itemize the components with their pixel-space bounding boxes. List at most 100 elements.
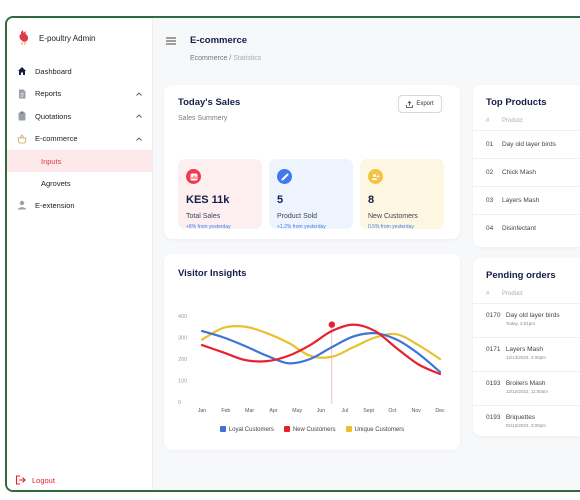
top-products-card: Top Products # Product 01 Day old layer bi… <box>473 85 580 247</box>
chart-legend: Loyal Customers New Customers Unique Cus… <box>164 426 460 433</box>
app-window: E-poultry Admin Dashboard Reports Quotat… <box>5 16 580 492</box>
x-tick-label: Jul <box>341 408 348 414</box>
stat-card-total-sales: KES 11k Total Sales +8% from yesterday <box>178 159 262 230</box>
legend-label: Unique Customers <box>354 427 405 433</box>
col-num: # <box>486 291 490 297</box>
table-row[interactable]: 01 Day old layer birds <box>486 141 580 148</box>
breadcrumb-separator: / <box>229 55 232 62</box>
export-icon <box>406 100 414 108</box>
export-label: Export <box>416 101 434 107</box>
stat-label: Total Sales <box>186 213 221 220</box>
y-tick-label: 200 <box>178 357 187 363</box>
stat-card-product-sold: 5 Product Sold +1.2% from yesterday <box>269 159 353 230</box>
divider <box>473 405 580 406</box>
logout-button[interactable]: Logout <box>15 475 55 485</box>
chevron-up-icon[interactable] <box>135 135 143 143</box>
rooster-logo-icon <box>19 30 29 45</box>
y-tick-label: 300 <box>178 336 187 342</box>
x-tick-label: Feb <box>221 408 230 414</box>
highlight-point <box>328 321 336 328</box>
visitor-insights-card: Visitor Insights 0 100 200 300 400 Jan Feb Mar A… <box>164 254 460 450</box>
sidebar-item-label: Dashboard <box>35 66 72 76</box>
brand[interactable]: E-poultry Admin <box>17 30 95 46</box>
sidebar-item-reports[interactable]: Reports <box>7 83 153 106</box>
home-icon <box>18 67 26 76</box>
people-icon <box>368 169 383 184</box>
divider <box>473 158 580 159</box>
user-icon <box>18 201 26 210</box>
sidebar-subitem-agrovets[interactable]: Agrovets <box>7 172 153 194</box>
todays-sales-card: Today's Sales Sales Summery Export KES 1… <box>164 85 460 239</box>
x-tick-label: Jun <box>317 408 325 414</box>
row-product: Layers Mash <box>505 346 544 353</box>
row-num: 0171 <box>486 346 501 353</box>
row-num: 0193 <box>486 380 501 387</box>
sidebar-item-eextension[interactable]: E-extension <box>7 194 153 217</box>
sidebar-nav: Dashboard Reports Quotations E-commerce … <box>7 60 153 217</box>
row-product: Briquettes <box>505 414 536 421</box>
x-tick-label: Apr <box>269 408 277 414</box>
table-row[interactable]: 04 Disinfectant <box>486 225 580 232</box>
stat-label: New Customers <box>368 213 418 220</box>
legend-item-unique[interactable]: Unique Customers <box>345 426 405 433</box>
row-date: 12/12/2022, 11:00am <box>505 389 549 394</box>
table-row[interactable]: 0171 Layers Mash 12/13/2022, 4:00pm <box>486 346 580 361</box>
row-date: 02/12/2022, 3:00pm <box>505 423 546 428</box>
logout-label: Logout <box>32 475 55 485</box>
y-tick-label: 0 <box>178 400 181 406</box>
row-num: 04 <box>486 225 494 232</box>
chevron-up-icon[interactable] <box>135 90 143 98</box>
sidebar-item-label: Reports <box>35 89 62 99</box>
pending-title: Pending orders <box>486 270 556 281</box>
page-title: E-commerce <box>190 35 248 46</box>
row-product: Day old layer birds <box>502 141 556 148</box>
divider <box>473 337 580 338</box>
stat-value: 8 <box>368 194 375 206</box>
export-button[interactable]: Export <box>398 95 442 113</box>
sidebar-item-ecommerce[interactable]: E-commerce <box>7 128 153 151</box>
x-tick-label: Sept <box>363 408 374 414</box>
x-tick-label: Mar <box>245 408 254 414</box>
table-row[interactable]: 0193 Broilers Mash 12/12/2022, 11:00am <box>486 380 580 395</box>
stat-change: +1.2% from yesterday <box>277 224 326 230</box>
table-row[interactable]: 02 Chick Mash <box>486 169 580 176</box>
top-bar: E-commerce Ecommerce / Statistics <box>153 18 580 74</box>
stat-value: 5 <box>277 194 284 206</box>
x-tick-label: Dec <box>435 408 445 414</box>
tag-icon <box>277 169 292 184</box>
stat-label: Product Sold <box>277 213 318 220</box>
row-date: 12/13/2022, 4:00pm <box>505 355 546 360</box>
table-row[interactable]: 03 Layers Mash <box>486 197 580 204</box>
menu-icon[interactable] <box>166 37 176 45</box>
breadcrumb-current: Statistics <box>233 55 262 62</box>
main-content: E-commerce Ecommerce / Statistics Today'… <box>153 18 580 490</box>
sidebar-item-quotations[interactable]: Quotations <box>7 105 153 128</box>
sidebar-item-label: E-commerce <box>35 134 78 144</box>
row-num: 0193 <box>486 414 501 421</box>
row-num: 02 <box>486 169 494 176</box>
sales-subtitle: Sales Summery <box>178 115 228 122</box>
row-product: Broilers Mash <box>505 380 546 387</box>
chart-icon <box>186 169 201 184</box>
y-tick-label: 400 <box>178 314 187 320</box>
legend-item-new[interactable]: New Customers <box>283 426 336 433</box>
pending-orders-card: Pending orders # Product 0170 Day old lay… <box>473 258 580 436</box>
table-row[interactable]: 0170 Day old layer birds Today, 2:01pm <box>486 312 580 327</box>
row-product: Chick Mash <box>502 169 536 176</box>
table-header: # Product <box>486 118 523 124</box>
breadcrumb-parent[interactable]: Ecommerce <box>190 55 227 62</box>
sidebar-subitem-inputs[interactable]: Inputs <box>7 150 153 172</box>
row-num: 01 <box>486 141 494 148</box>
logout-icon <box>15 475 26 485</box>
row-num: 03 <box>486 197 494 204</box>
divider <box>473 130 580 131</box>
x-tick-label: Nov <box>412 408 422 414</box>
chevron-up-icon[interactable] <box>135 112 143 120</box>
col-num: # <box>486 118 490 124</box>
sidebar-subitem-label: Inputs <box>41 156 62 166</box>
row-date: Today, 2:01pm <box>505 321 535 326</box>
sidebar-subitem-label: Agrovets <box>41 178 71 188</box>
table-row[interactable]: 0193 Briquettes 02/12/2022, 3:00pm <box>486 414 580 429</box>
legend-item-loyal[interactable]: Loyal Customers <box>219 426 274 433</box>
sidebar-item-dashboard[interactable]: Dashboard <box>7 60 153 83</box>
